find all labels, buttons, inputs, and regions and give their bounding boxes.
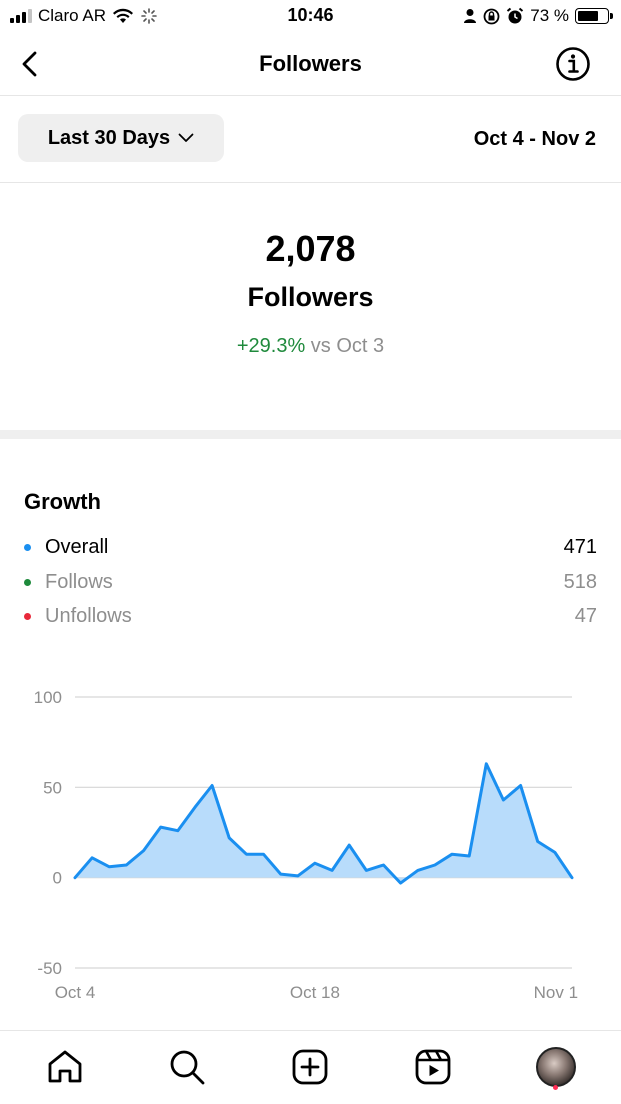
battery-level	[578, 11, 599, 21]
search-icon	[170, 1050, 205, 1085]
unfollows-dot	[24, 612, 31, 620]
growth-title: Growth	[24, 489, 101, 514]
status-right: 73 %	[463, 6, 613, 26]
date-range-dropdown[interactable]: Last 30 Days	[18, 114, 224, 162]
unfollows-value: 47	[574, 604, 597, 627]
tab-reels[interactable]	[413, 1047, 453, 1087]
growth-chart: 100 50 0 -50 Oct 4 Oct 18 Nov 1	[0, 680, 621, 1010]
overall-label: Overall	[45, 535, 109, 558]
x-tick-label: Oct 4	[55, 983, 96, 1002]
y-tick-label: 50	[43, 778, 62, 797]
y-tick-label: -50	[37, 959, 62, 978]
filter-row: Last 30 Days Oct 4 - Nov 2	[0, 97, 621, 183]
tab-home[interactable]	[45, 1047, 85, 1087]
follows-label: Follows	[45, 570, 113, 593]
tab-search[interactable]	[167, 1047, 207, 1087]
overall-value: 471	[563, 535, 597, 558]
tab-create[interactable]	[290, 1047, 330, 1087]
section-divider	[0, 430, 621, 439]
date-range-label: Last 30 Days	[47, 126, 171, 149]
x-tick-label: Nov 1	[534, 983, 578, 1002]
alarm-icon	[507, 7, 524, 24]
followers-summary: 2,078 Followers +29.3% vs Oct 3	[0, 184, 621, 430]
growth-chart-svg: 100 50 0 -50 Oct 4 Oct 18 Nov 1	[34, 688, 578, 1002]
status-bar: Claro AR 10:46 73 %	[0, 0, 621, 34]
notification-dot	[553, 1085, 558, 1090]
follows-dot	[24, 578, 31, 586]
change-percent: +29.3%	[236, 335, 306, 357]
battery-icon	[575, 8, 613, 24]
growth-row-follows: Follows 518	[24, 569, 597, 595]
unfollows-label: Unfollows	[45, 604, 132, 627]
follows-value: 518	[563, 570, 597, 593]
overall-dot	[24, 543, 31, 551]
bottom-tab-bar	[0, 1030, 621, 1104]
followers-label: Followers	[247, 282, 374, 312]
chevron-down-icon	[178, 133, 194, 142]
date-range-text: Oct 4 - Nov 2	[473, 128, 596, 150]
tab-profile[interactable]	[536, 1047, 576, 1087]
y-tick-label: 0	[53, 869, 62, 888]
reels-icon	[415, 1049, 451, 1085]
x-tick-label: Oct 18	[290, 983, 340, 1002]
battery-percent: 73 %	[530, 6, 569, 25]
rotation-lock-icon	[483, 8, 500, 24]
followers-count: 2,078	[265, 228, 356, 269]
profile-avatar	[536, 1047, 576, 1087]
person-icon	[464, 9, 477, 23]
page-title: Followers	[259, 51, 362, 76]
y-tick-label: 100	[34, 688, 62, 707]
create-icon	[292, 1049, 328, 1085]
home-icon	[48, 1050, 82, 1083]
header: Followers	[0, 34, 621, 96]
growth-row-unfollows: Unfollows 47	[24, 603, 597, 629]
growth-row-overall: Overall 471	[24, 534, 597, 560]
change-compare: vs Oct 3	[310, 335, 385, 357]
followers-change: +29.3% vs Oct 3	[0, 335, 621, 358]
info-icon[interactable]	[555, 46, 591, 82]
